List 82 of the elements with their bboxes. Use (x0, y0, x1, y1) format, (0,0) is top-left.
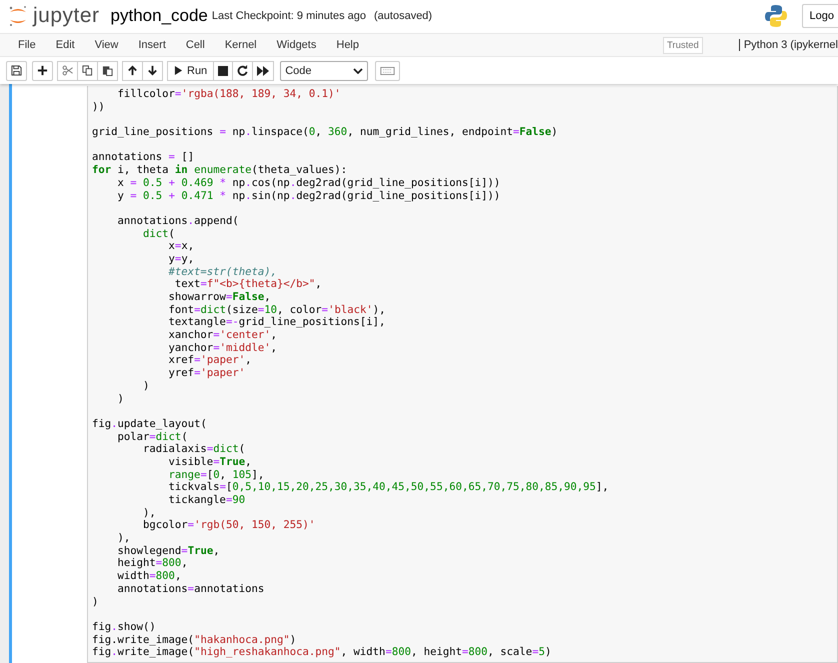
jupyter-logo-text[interactable]: jupyter (33, 4, 100, 28)
cut-button[interactable] (57, 60, 78, 80)
menu-item[interactable]: Help (326, 39, 369, 51)
checkpoint-status: Last Checkpoint: 9 minutes ago (212, 10, 366, 22)
code-line: fig.write_image("hakanhoca.png") (92, 634, 298, 646)
arrow-up-icon (127, 65, 138, 76)
code-line: polar=dict( (116, 430, 189, 444)
code-line: tickvals=[0,5,10,15,20,25,30,35,40,45,50,55,60,65,70,75,80,85,90,95], (168, 481, 610, 494)
code-line: bgcolor='rgb(50, 150, 255)' (142, 519, 316, 532)
code-line: fig.write_image("high_reshakanhoca.png", width=800, height=800, scale=5) (92, 646, 552, 659)
code-line: yanchor='middle', (168, 342, 278, 354)
stop-icon (218, 66, 228, 76)
restart-icon (237, 65, 248, 76)
kernel-indicator[interactable]: Python 3 (ipykernel (738, 39, 838, 51)
python-logo-icon (764, 4, 788, 28)
menu-item[interactable]: View (84, 39, 128, 51)
stop-button[interactable] (213, 60, 234, 80)
code-line: x = 0.5 + 0.469 * np.cos(np.deg2rad(grid_line_positions[i])) (116, 176, 502, 190)
arrow-down-icon (147, 65, 158, 76)
chevron-down-icon (353, 68, 364, 74)
code-line: text=f"<b>{theta}</b>", (174, 278, 323, 291)
code-line: #text=str(theta), (168, 266, 278, 278)
code-line: xref='paper', (168, 354, 252, 368)
scissors-icon (62, 65, 73, 76)
code-line: y = 0.5 + 0.471 * np.sin(np.deg2rad(grid_line_positions[i])) (116, 190, 502, 202)
trusted-indicator[interactable]: Trusted (662, 36, 703, 54)
code-line: annotations = [] (92, 151, 196, 164)
logout-button[interactable]: Logo (802, 4, 838, 28)
paste-button[interactable] (97, 60, 118, 80)
menu-item[interactable]: File (8, 39, 46, 51)
autosave-status: (autosaved) (374, 10, 432, 22)
code-line: textangle=-grid_line_positions[i], (168, 316, 386, 330)
add-cell-button[interactable] (32, 60, 53, 80)
code-line: y=y, (168, 252, 196, 266)
menu-item[interactable]: Insert (128, 39, 176, 51)
code-line: yref='paper' (168, 367, 246, 380)
menu-item[interactable]: Edit (46, 39, 85, 51)
code-line: ) (92, 596, 100, 608)
command-palette-button[interactable] (375, 60, 400, 80)
code-line: radialaxis=dict( (142, 443, 246, 456)
play-icon (174, 66, 183, 75)
code-line: dict( (142, 228, 176, 240)
copy-button[interactable] (77, 60, 98, 80)
code-line: fig.show() (92, 620, 157, 634)
code-line: visible=True, (168, 456, 252, 469)
move-down-button[interactable] (142, 60, 163, 80)
code-line: height=800, (116, 557, 189, 570)
code-line: width=800, (116, 570, 182, 583)
restart-button[interactable] (232, 60, 254, 80)
notebook-name[interactable]: python_code (110, 6, 208, 26)
code-line: fig.update_layout( (92, 418, 208, 431)
code-line: annotations.append( (116, 214, 240, 228)
code-line: showarrow=False, (168, 291, 272, 304)
code-line: x=x, (168, 240, 196, 253)
code-line: )) (92, 100, 106, 114)
code-line: tickangle=90 (168, 494, 246, 507)
fast-forward-icon (257, 66, 270, 76)
code-line: showlegend=True, (116, 544, 221, 558)
menu-item[interactable]: Cell (176, 39, 215, 51)
code-line: for i, theta in enumerate(theta_values): (92, 164, 348, 177)
code-line: ) (116, 392, 125, 406)
plus-icon (37, 65, 48, 76)
save-button[interactable] (6, 60, 27, 80)
move-up-button[interactable] (122, 60, 143, 80)
code-line: grid_line_positions = np.linspace(0, 360, num_grid_lines, endpoint=False) (92, 126, 559, 139)
jupyter-logo-icon (8, 4, 28, 26)
menu-item[interactable]: Kernel (214, 39, 267, 51)
code-line: ), (142, 506, 157, 520)
code-line: range=[0, 105], (168, 468, 266, 482)
code-line: font=dict(size=10, color='black'), (168, 304, 386, 316)
clipboard-icon (102, 65, 113, 76)
copy-icon (82, 65, 93, 76)
run-all-button[interactable] (252, 60, 274, 80)
code-line: ) (142, 380, 150, 392)
keyboard-icon (380, 66, 396, 74)
run-button[interactable]: Run (167, 60, 214, 80)
code-line: annotations=annotations (116, 582, 266, 596)
code-line: ), (116, 532, 132, 545)
code-line: xanchor='center', (168, 329, 278, 342)
code-line: fillcolor='rgba(188, 189, 34, 0.1)' (116, 88, 342, 101)
menu-item[interactable]: Widgets (266, 39, 326, 51)
cell-type-select[interactable]: Code (280, 60, 368, 80)
